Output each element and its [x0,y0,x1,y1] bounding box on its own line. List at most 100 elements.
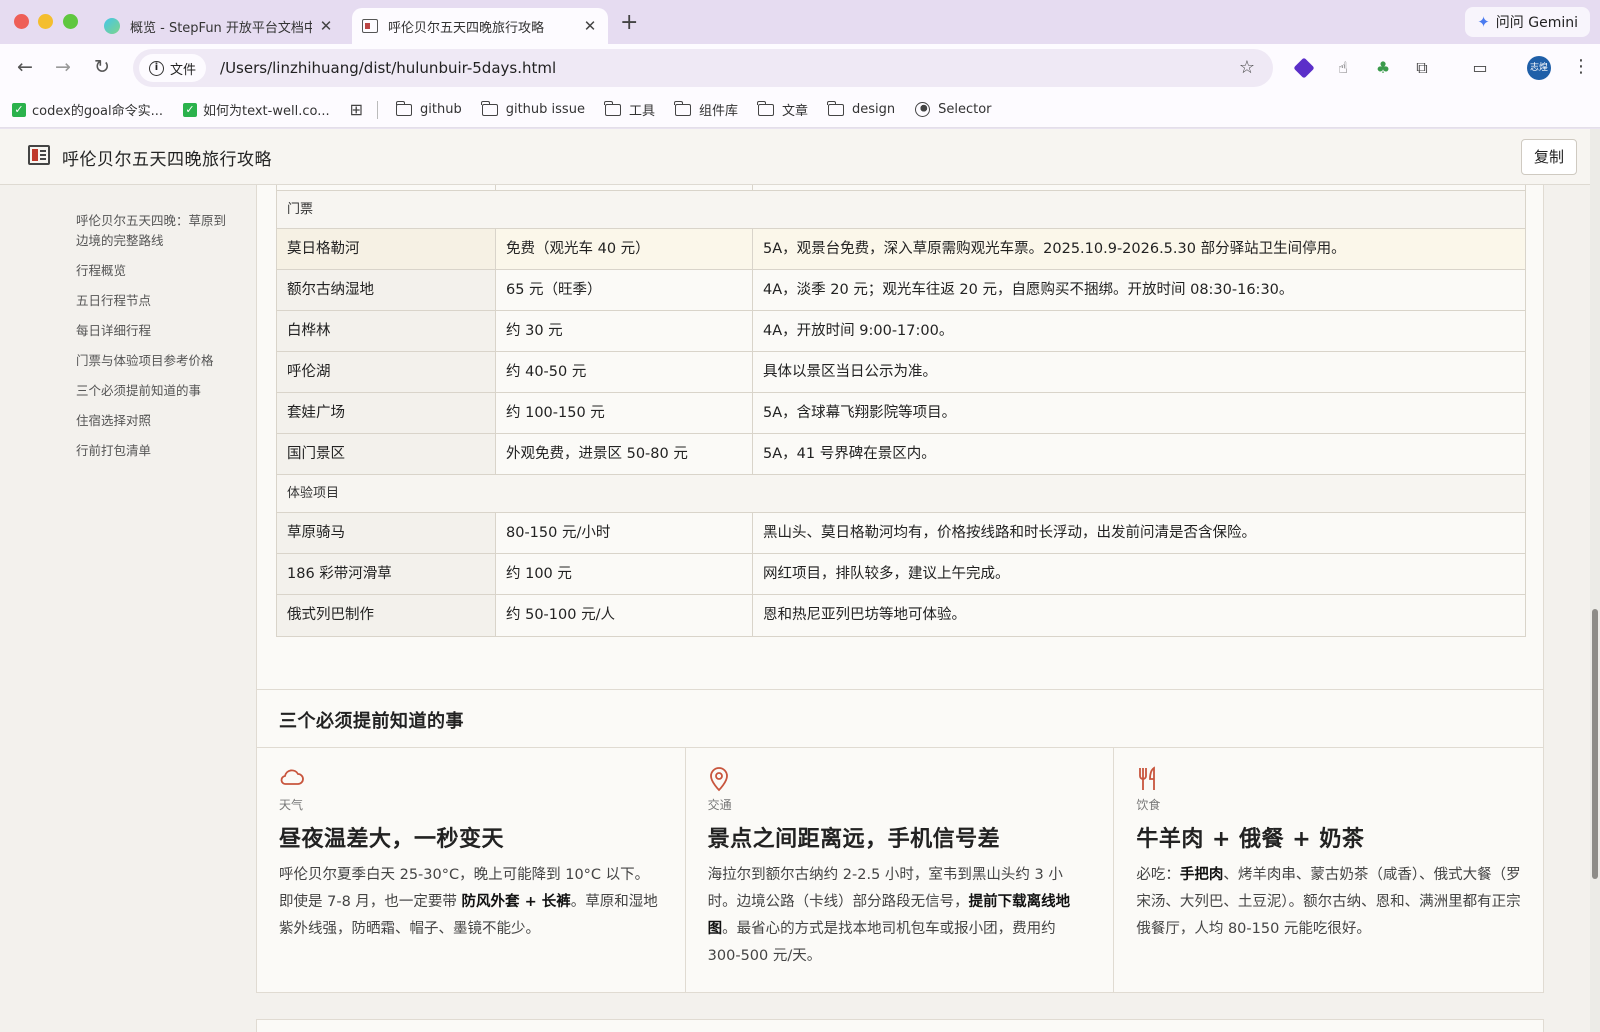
bookmark-label: 文章 [781,104,808,119]
gemini-sparkle-icon: ✦ [1477,13,1490,31]
folder-icon [604,100,621,116]
cell-note: 网红项目，排队较多，建议上午完成。 [763,566,1010,582]
url-text[interactable]: /Users/linzhihuang/dist/hulunbuir-5days.… [220,59,556,77]
bookmark-separator [377,100,379,119]
checkbox-icon: ✓ [12,102,26,117]
table-row: 草原骑马 80-150 元/小时 黑山头、莫日格勒河均有，价格按线路和时长浮动，… [277,513,1525,554]
next-section-card [256,1019,1544,1032]
map-pin-icon [708,766,1092,792]
tab-close-icon[interactable]: ✕ [582,17,598,35]
file-scheme-label: 文件 [170,62,197,78]
minimize-window-button[interactable] [38,14,53,29]
ask-gemini-button[interactable]: ✦ 问问 Gemini [1465,7,1590,37]
toc-item-prices[interactable]: 门票与体验项目参考价格 [76,351,236,371]
bookmark-folder-github-issue[interactable]: github issue [481,100,585,117]
bookmark-label: 组件库 [698,104,738,119]
cell-item: 莫日格勒河 [277,229,496,269]
bookmark-folder-tools[interactable]: 工具 [604,100,655,119]
tip-emphasis: 手把肉 [1179,867,1224,883]
toc-item-packing[interactable]: 行前打包清单 [76,441,236,461]
tip-body: 必吃：手把肉、烤羊肉串、蒙古奶茶（咸香）、俄式大餐（罗宋汤、大列巴、土豆泥）。额… [1136,862,1521,943]
table-group-header: 体验项目 [277,475,1525,513]
checkbox-icon: ✓ [183,102,197,117]
tip-category: 交通 [707,798,732,812]
cloud-icon [279,766,663,792]
toc-item-intro[interactable]: 呼伦贝尔五天四晚：草原到边境的完整路线 [76,211,236,251]
tab-search-icon[interactable]: ▭ [1470,58,1490,78]
cell-item: 草原骑马 [277,513,496,553]
folder-icon [827,100,844,116]
cell-price: 外观免费，进景区 50-80 元 [496,434,753,474]
scrollbar-thumb[interactable] [1592,609,1598,879]
maximize-window-button[interactable] [63,14,78,29]
tab-stepfun-docs[interactable]: 概览 - StepFun 开放平台文档中 ✕ [94,8,344,44]
tip-weather: 天气 昼夜温差大，一秒变天 呼伦贝尔夏季白天 25-30°C，晚上可能降到 10… [257,748,686,993]
cell-price: 80-150 元/小时 [496,513,753,553]
close-window-button[interactable] [14,14,29,29]
tab-title: 概览 - StepFun 开放平台文档中 [130,20,312,36]
cell-price: 约 40-50 元 [496,352,753,392]
table-row: 白桦林 约 30 元 4A，开放时间 9:00-17:00。 [277,311,1525,352]
cell-note: 5A，含球幕飞翔影院等项目。 [763,405,957,421]
toc-item-must-know[interactable]: 三个必须提前知道的事 [76,381,236,401]
tips-grid: 天气 昼夜温差大，一秒变天 呼伦贝尔夏季白天 25-30°C，晚上可能降到 10… [257,747,1543,993]
cell-item: 186 彩带河滑草 [277,554,496,594]
profile-avatar[interactable]: 志煌 [1527,56,1551,80]
toc-item-overview[interactable]: 行程概览 [76,261,236,281]
tab-close-icon[interactable]: ✕ [318,17,334,35]
reload-button[interactable]: ↻ [90,56,114,78]
forward-button[interactable]: → [51,56,75,78]
tab-hulunbuir-guide[interactable]: 呼伦贝尔五天四晚旅行攻略 ✕ [352,8,608,44]
globe-icon [915,102,931,117]
cell-price: 65 元（旺季） [496,270,753,310]
tip-transport: 交通 景点之间距离远，手机信号差 海拉尔到额尔古纳约 2-2.5 小时，室韦到黑… [686,748,1115,993]
cell-note: 恩和热尼亚列巴坊等地可体验。 [763,607,966,623]
section-title: 三个必须提前知道的事 [279,711,464,732]
document-icon [28,145,50,165]
bookmark-label: github [420,102,462,117]
back-button[interactable]: ← [13,56,37,78]
bookmark-folder-components[interactable]: 组件库 [674,100,738,119]
table-of-contents: 呼伦贝尔五天四晚：草原到边境的完整路线 行程概览 五日行程节点 每日详细行程 门… [76,211,236,471]
bookmark-folder-articles[interactable]: 文章 [757,100,808,119]
cell-price: 约 30 元 [496,311,753,351]
bookmark-label: codex的goal命令实... [32,104,163,119]
bookmark-label: 工具 [628,104,655,119]
table-row: 套娃广场 约 100-150 元 5A，含球幕飞翔影院等项目。 [277,393,1525,434]
folder-icon [757,100,774,116]
folder-icon [395,100,413,116]
new-tab-button[interactable]: + [620,10,638,35]
tip-text: 。最省心的方式是找本地司机包车或报小团，费用约 300-500 元/天。 [707,921,1056,964]
copy-button[interactable]: 复制 [1521,139,1577,175]
extension-clover-icon[interactable]: ♣ [1373,58,1393,78]
cell-price: 约 50-100 元/人 [496,595,753,636]
cell-item: 额尔古纳湿地 [277,270,496,310]
bookmarks-bar: ✓ codex的goal命令实... ✓ 如何为text-well.co... … [0,92,1600,128]
more-menu-icon[interactable]: ⋮ [1572,56,1590,77]
toc-item-lodging[interactable]: 住宿选择对照 [76,411,236,431]
tip-food: 饮食 牛羊肉 + 俄餐 + 奶茶 必吃：手把肉、烤羊肉串、蒙古奶茶（咸香）、俄式… [1114,748,1543,993]
toc-item-daily-plan[interactable]: 每日详细行程 [76,321,236,341]
toc-item-milestones[interactable]: 五日行程节点 [76,291,236,311]
tip-emphasis: 防风外套 + 长裤 [461,894,571,910]
cell-item: 白桦林 [277,311,496,351]
table-row: 莫日格勒河 免费（观光车 40 元） 5A，观景台免费，深入草原需购观光车票。2… [277,229,1525,270]
ask-gemini-label: 问问 Gemini [1495,15,1578,31]
site-info-chip[interactable]: i 文件 [139,54,207,82]
bookmark-selector[interactable]: Selector [915,102,992,117]
cell-price: 免费（观光车 40 元） [496,229,753,269]
bookmark-codex-goal[interactable]: ✓ codex的goal命令实... [12,100,163,119]
extension-purple-icon[interactable] [1293,57,1315,79]
bookmark-star-icon[interactable]: ☆ [1239,57,1255,78]
apps-grid-icon[interactable]: ⊞ [350,100,363,119]
bookmark-label: Selector [938,102,992,117]
bookmark-text-well[interactable]: ✓ 如何为text-well.co... [183,100,330,119]
address-bar[interactable]: i 文件 /Users/linzhihuang/dist/hulunbuir-5… [133,49,1273,87]
bookmark-folder-design[interactable]: design [827,100,895,117]
bookmark-folder-github[interactable]: github [395,100,462,117]
page-scrollbar[interactable] [1590,129,1600,1032]
must-know-card: 三个必须提前知道的事 天气 昼夜温差大，一秒变天 呼伦贝尔夏季白天 25-30°… [256,689,1544,993]
extension-hand-icon[interactable]: ☝ [1333,58,1353,78]
extensions-puzzle-icon[interactable]: ⧉ [1412,58,1432,78]
tip-body: 呼伦贝尔夏季白天 25-30°C，晚上可能降到 10°C 以下。即使是 7-8 … [279,862,663,943]
